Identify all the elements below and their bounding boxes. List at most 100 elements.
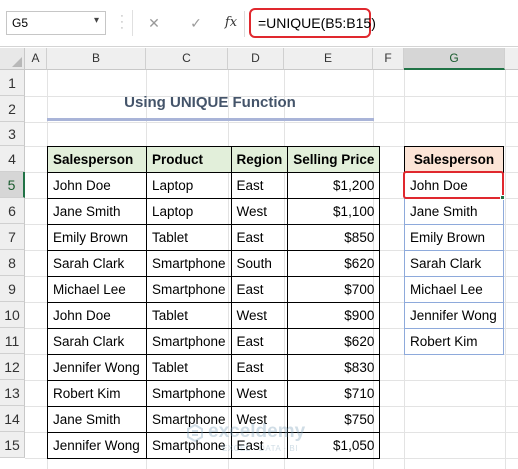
cell-salesperson[interactable]: Jane Smith <box>47 406 147 433</box>
cancel-icon[interactable]: ✕ <box>144 13 164 33</box>
cell-region[interactable]: West <box>230 302 289 329</box>
cell-selling-price[interactable]: $1,200 <box>287 172 381 199</box>
row-header-2[interactable]: 2 <box>0 96 25 122</box>
table-row: Emily Brown Tablet East $850 <box>47 224 381 251</box>
cell-product[interactable]: Smartphone <box>146 328 232 355</box>
cell-unique-salesperson[interactable]: Jane Smith <box>404 198 504 225</box>
cell-selling-price[interactable]: $710 <box>287 380 381 407</box>
cell-product[interactable]: Tablet <box>146 354 232 381</box>
cell-unique-salesperson[interactable]: Robert Kim <box>404 328 504 355</box>
column-header-e[interactable]: E <box>284 48 373 70</box>
cell-unique-salesperson[interactable]: Jennifer Wong <box>404 302 504 329</box>
fill-handle[interactable] <box>500 195 505 200</box>
header-product[interactable]: Product <box>146 146 232 173</box>
column-header-d[interactable]: D <box>228 48 284 70</box>
table-row: John Doe Laptop East $1,200 <box>47 172 381 199</box>
cell-product[interactable]: Smartphone <box>146 380 232 407</box>
cell-unique-salesperson[interactable]: Emily Brown <box>404 224 504 251</box>
row-header-11[interactable]: 11 <box>0 328 25 354</box>
cell-salesperson[interactable]: Emily Brown <box>47 224 147 251</box>
cell-product[interactable]: Smartphone <box>146 250 232 277</box>
column-header-f[interactable]: F <box>373 48 404 70</box>
cell-region[interactable]: East <box>230 354 289 381</box>
cell-salesperson[interactable]: Jennifer Wong <box>47 354 147 381</box>
cell-region[interactable]: East <box>230 328 289 355</box>
cell-selling-price[interactable]: $900 <box>287 302 381 329</box>
name-box[interactable]: G5 ▾ <box>6 11 106 35</box>
list-item: Michael Lee <box>404 276 504 303</box>
row-header-10[interactable]: 10 <box>0 302 25 328</box>
table-row: Jane Smith Laptop West $1,100 <box>47 198 381 225</box>
column-header-a[interactable]: A <box>25 48 47 70</box>
cell-salesperson[interactable]: Michael Lee <box>47 276 147 303</box>
row-header-13[interactable]: 13 <box>0 380 25 406</box>
table-row: Robert Kim Smartphone West $710 <box>47 380 381 407</box>
cell-product[interactable]: Smartphone <box>146 276 232 303</box>
cell-region[interactable]: South <box>230 250 289 277</box>
row-header-6[interactable]: 6 <box>0 198 25 224</box>
cell-selling-price[interactable]: $620 <box>287 250 381 277</box>
cell-region[interactable]: East <box>230 276 289 303</box>
column-header-c[interactable]: C <box>146 48 228 70</box>
table-row: Sarah Clark Smartphone South $620 <box>47 250 381 277</box>
row-header-15[interactable]: 15 <box>0 432 25 458</box>
cell-region[interactable]: West <box>230 380 289 407</box>
more-options-icon[interactable]: · · · <box>119 11 125 34</box>
header-selling-price[interactable]: Selling Price <box>287 146 381 173</box>
watermark-name: exceldemy <box>208 421 306 442</box>
chevron-down-icon[interactable]: ▾ <box>94 15 99 26</box>
column-header-h[interactable] <box>505 48 518 70</box>
cell-region[interactable]: East <box>230 224 289 251</box>
cell-unique-salesperson[interactable]: Sarah Clark <box>404 250 504 277</box>
cell-region[interactable]: East <box>230 172 289 199</box>
cell-salesperson[interactable]: Sarah Clark <box>47 250 147 277</box>
cell-selling-price[interactable]: $620 <box>287 328 381 355</box>
table-row: Michael Lee Smartphone East $700 <box>47 276 381 303</box>
header-region[interactable]: Region <box>230 146 289 173</box>
cell-selling-price[interactable]: $700 <box>287 276 381 303</box>
cell-salesperson[interactable]: John Doe <box>47 172 147 199</box>
row-header-4[interactable]: 4 <box>0 146 25 172</box>
list-item: Sarah Clark <box>404 250 504 277</box>
list-item: Emily Brown <box>404 224 504 251</box>
cell-region[interactable]: West <box>230 198 289 225</box>
row-header-7[interactable]: 7 <box>0 224 25 250</box>
cell-selling-price[interactable]: $830 <box>287 354 381 381</box>
insert-function-icon[interactable]: fx <box>221 13 241 33</box>
header-unique-salesperson[interactable]: Salesperson <box>404 146 504 173</box>
formula-text: =UNIQUE(B5:B15) <box>258 15 376 31</box>
cell-unique-salesperson[interactable]: Michael Lee <box>404 276 504 303</box>
column-header-g[interactable]: G <box>404 48 505 70</box>
cell-product[interactable]: Tablet <box>146 224 232 251</box>
exceldemy-logo-icon <box>187 424 203 442</box>
formula-bar: G5 ▾ · · · ✕ ✓ fx =UNIQUE(B5:B15) <box>0 0 518 47</box>
enter-icon[interactable]: ✓ <box>186 13 206 33</box>
name-box-value: G5 <box>12 16 29 30</box>
cell-salesperson[interactable]: Robert Kim <box>47 380 147 407</box>
sheet-title[interactable]: Using UNIQUE Function <box>47 94 373 111</box>
cell-product[interactable]: Laptop <box>146 172 232 199</box>
cell-selling-price[interactable]: $850 <box>287 224 381 251</box>
cell-product[interactable]: Laptop <box>146 198 232 225</box>
row-header-9[interactable]: 9 <box>0 276 25 302</box>
list-item: Jennifer Wong <box>404 302 504 329</box>
cell-salesperson[interactable]: John Doe <box>47 302 147 329</box>
row-header-8[interactable]: 8 <box>0 250 25 276</box>
sales-table: Salesperson Product Region Selling Price… <box>47 146 381 459</box>
formula-input[interactable]: =UNIQUE(B5:B15) <box>249 8 376 38</box>
row-header-1[interactable]: 1 <box>0 70 25 96</box>
cell-product[interactable]: Tablet <box>146 302 232 329</box>
select-all-button[interactable] <box>0 48 25 70</box>
cell-selling-price[interactable]: $1,100 <box>287 198 381 225</box>
watermark-tagline: EXCEL · DATA · BI <box>222 444 298 453</box>
gridline <box>505 70 506 469</box>
cell-salesperson[interactable]: Sarah Clark <box>47 328 147 355</box>
header-salesperson[interactable]: Salesperson <box>47 146 147 173</box>
row-header-3[interactable]: 3 <box>0 122 25 146</box>
row-header-12[interactable]: 12 <box>0 354 25 380</box>
column-header-b[interactable]: B <box>47 48 146 70</box>
cell-salesperson[interactable]: Jane Smith <box>47 198 147 225</box>
cell-salesperson[interactable]: Jennifer Wong <box>47 432 147 459</box>
row-header-5[interactable]: 5 <box>0 172 25 198</box>
row-header-14[interactable]: 14 <box>0 406 25 432</box>
